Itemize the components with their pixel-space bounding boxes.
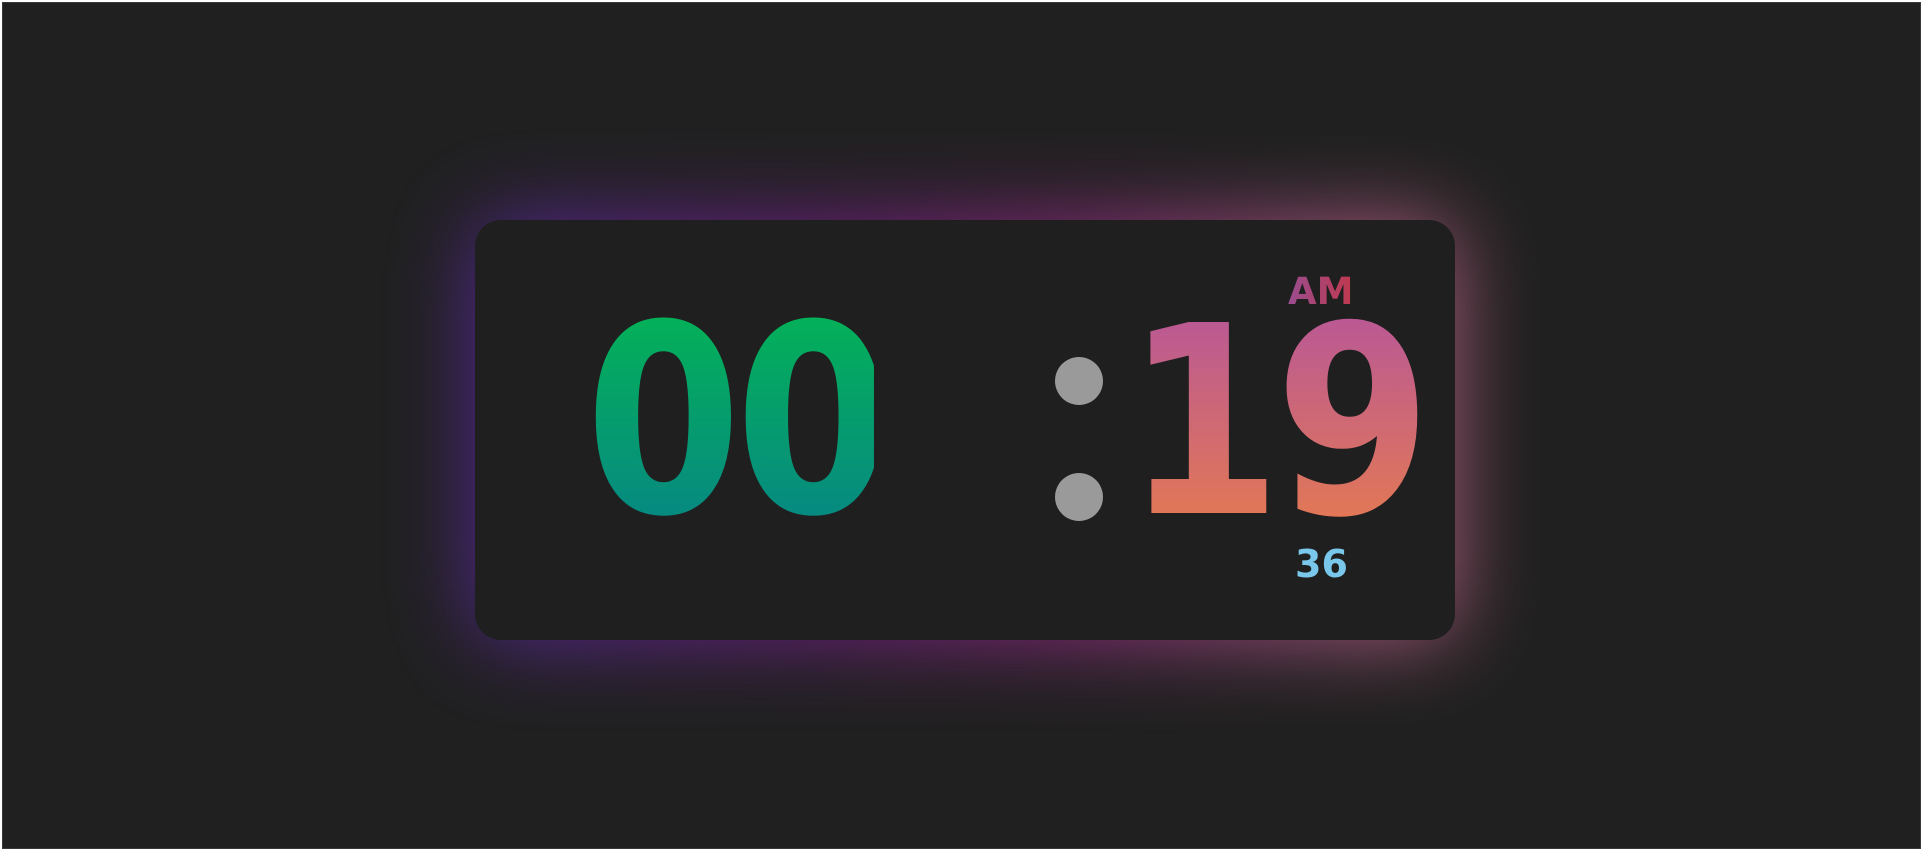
clock-period: AM — [1288, 270, 1354, 313]
separator-dot-bottom — [1055, 473, 1103, 521]
clock-digits: 00 19 — [585, 269, 1432, 574]
clock-card: 00 19 AM 36 — [475, 220, 1455, 640]
clock-seconds: 36 — [1295, 542, 1348, 586]
clock-hours: 00 — [585, 269, 892, 574]
screen-background: 00 19 AM 36 — [2, 2, 1921, 849]
clock-minutes: 19 — [1125, 270, 1432, 575]
clock-separator — [1055, 292, 1105, 552]
separator-dot-top — [1055, 357, 1103, 405]
